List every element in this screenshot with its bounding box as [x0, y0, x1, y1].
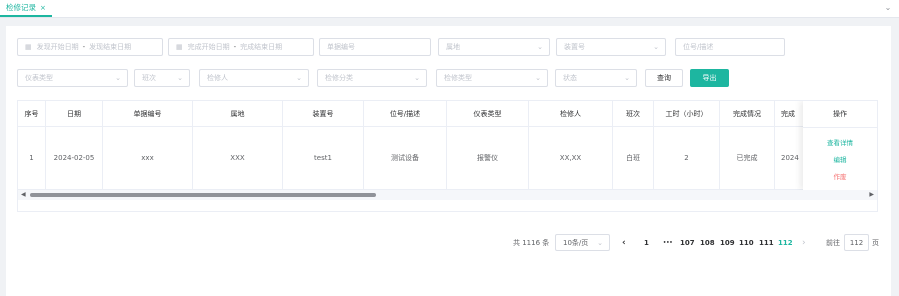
complete-date-range[interactable]: ▦ 完成开始日期 - 完成结束日期	[168, 38, 314, 56]
tab-label: 检修记录	[6, 3, 36, 12]
chevron-down-icon: ⌄	[296, 74, 302, 82]
repair-category-placeholder: 检修分类	[325, 74, 353, 82]
table-cell: 1	[18, 127, 46, 190]
table-cell: 2024-02-05	[46, 127, 103, 190]
query-button[interactable]: 查询	[645, 69, 683, 87]
view-details-link[interactable]: 查看详情	[803, 137, 877, 147]
repair-type-select[interactable]: 检修类型 ⌄	[436, 69, 548, 87]
range-separator: -	[233, 43, 237, 51]
records-table: 序号 日期 单据编号 属地 装置号 位号/描述 仪表类型 检修人 班次 工时（小…	[17, 100, 878, 212]
discover-end-placeholder: 发现结束日期	[89, 43, 132, 51]
scroll-right-icon[interactable]: ▶	[869, 191, 874, 198]
page-size-value: 10条/页	[563, 238, 589, 247]
table-cell: XXX	[193, 127, 283, 190]
column-header: 属地	[193, 101, 283, 127]
column-header: 仪表类型	[447, 101, 529, 127]
chevron-down-icon: ⌄	[115, 74, 121, 82]
close-icon[interactable]: ×	[40, 4, 46, 12]
table-cell: 测试设备	[364, 127, 447, 190]
column-header: 位号/描述	[364, 101, 447, 127]
order-no-input[interactable]: 单据编号	[319, 38, 431, 56]
column-header: 检修人	[529, 101, 613, 127]
complete-start-placeholder: 完成开始日期	[187, 43, 230, 51]
chevron-down-icon[interactable]: ⌄	[883, 3, 893, 13]
column-header: 序号	[18, 101, 46, 127]
horizontal-scrollbar[interactable]: ◀ ▶	[18, 190, 877, 200]
discover-date-range[interactable]: ▦ 发现开始日期 - 发现结束日期	[17, 38, 163, 56]
action-header: 操作	[803, 101, 877, 128]
table-cell: test1	[283, 127, 364, 190]
chevron-down-icon: ⌄	[535, 74, 541, 82]
edit-link[interactable]: 编辑	[803, 154, 877, 164]
device-no-select[interactable]: 装置号 ⌄	[556, 38, 666, 56]
void-link[interactable]: 作废	[803, 171, 877, 181]
column-header: 完成情况	[720, 101, 775, 127]
column-header: 单据编号	[103, 101, 193, 127]
column-header: 装置号	[283, 101, 364, 127]
chevron-down-icon: ⌄	[177, 74, 183, 82]
prev-page-button[interactable]: ‹	[622, 235, 626, 251]
repair-type-placeholder: 检修类型	[444, 74, 472, 82]
chevron-down-icon: ⌄	[624, 74, 630, 82]
chevron-down-icon: ⌄	[653, 43, 659, 51]
page-ellipsis[interactable]: •••	[663, 235, 673, 251]
calendar-icon: ▦	[176, 43, 183, 51]
page-size-select[interactable]: 10条/页 ⌄	[555, 234, 610, 251]
discover-start-placeholder: 发现开始日期	[36, 43, 79, 51]
chevron-down-icon: ⌄	[597, 239, 603, 247]
site-select[interactable]: 属地 ⌄	[438, 38, 550, 56]
inspector-placeholder: 检修人	[207, 74, 228, 82]
total-count: 共 1116 条	[513, 239, 550, 247]
column-header: 日期	[46, 101, 103, 127]
chevron-down-icon: ⌄	[414, 74, 420, 82]
page-number[interactable]: 110	[739, 235, 754, 251]
device-no-placeholder: 装置号	[564, 43, 585, 51]
goto-page-input[interactable]: 112	[844, 234, 869, 251]
action-column: 操作 查看详情 编辑 作废	[803, 101, 877, 190]
page-number[interactable]: 1	[644, 235, 649, 251]
site-placeholder: 属地	[446, 43, 460, 51]
page-number[interactable]: 109	[720, 235, 735, 251]
page-suffix: 页	[872, 239, 879, 247]
goto-label: 前往	[826, 239, 840, 247]
page-number[interactable]: 107	[680, 235, 695, 251]
shift-placeholder: 班次	[142, 74, 156, 82]
status-select[interactable]: 状态 ⌄	[555, 69, 637, 87]
main-panel: ▦ 发现开始日期 - 发现结束日期 ▦ 完成开始日期 - 完成结束日期 单据编号…	[6, 26, 891, 296]
tab-repair-records[interactable]: 检修记录 ×	[0, 0, 52, 17]
table-cell: xxx	[103, 127, 193, 190]
table-cell: 已完成	[720, 127, 775, 190]
table-cell: XX,XX	[529, 127, 613, 190]
table-cell: 报警仪	[447, 127, 529, 190]
chevron-down-icon: ⌄	[537, 43, 543, 51]
tab-bar: 检修记录 × ⌄	[0, 0, 899, 18]
table-cell: 白班	[613, 127, 654, 190]
column-header: 工时（小时）	[654, 101, 720, 127]
column-header: 班次	[613, 101, 654, 127]
position-placeholder: 位号/描述	[683, 43, 714, 51]
repair-category-select[interactable]: 检修分类 ⌄	[317, 69, 427, 87]
position-input[interactable]: 位号/描述	[675, 38, 785, 56]
page-number-current[interactable]: 112	[778, 235, 793, 251]
instrument-type-placeholder: 仪表类型	[25, 74, 53, 82]
range-separator: -	[82, 43, 86, 51]
page-number[interactable]: 111	[759, 235, 774, 251]
instrument-type-select[interactable]: 仪表类型 ⌄	[17, 69, 128, 87]
shift-select[interactable]: 班次 ⌄	[134, 69, 190, 87]
scrollbar-thumb[interactable]	[30, 193, 376, 197]
page-number[interactable]: 108	[700, 235, 715, 251]
order-no-placeholder: 单据编号	[327, 43, 355, 51]
calendar-icon: ▦	[25, 43, 32, 51]
status-placeholder: 状态	[563, 74, 577, 82]
complete-end-placeholder: 完成结束日期	[240, 43, 283, 51]
scroll-left-icon[interactable]: ◀	[21, 191, 26, 198]
next-page-button[interactable]: ›	[802, 235, 806, 251]
table-cell: 2	[654, 127, 720, 190]
export-button[interactable]: 导出	[690, 69, 729, 87]
inspector-select[interactable]: 检修人 ⌄	[199, 69, 309, 87]
